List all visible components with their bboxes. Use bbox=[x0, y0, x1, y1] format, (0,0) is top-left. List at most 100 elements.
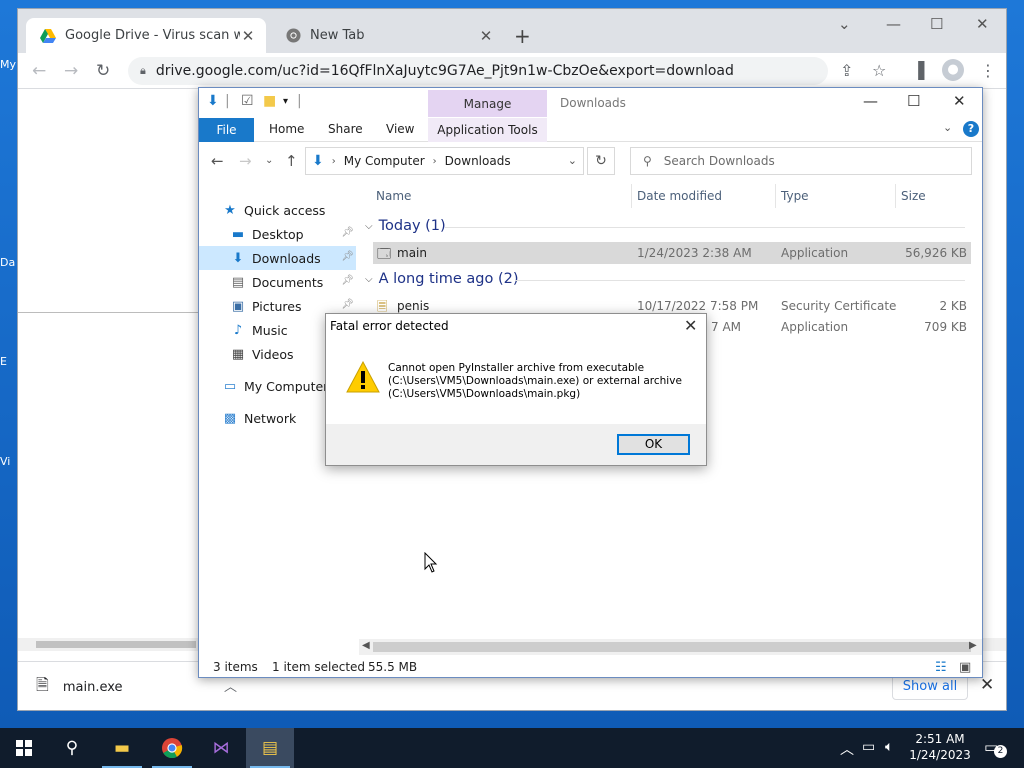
scroll-right-icon[interactable]: ▶ bbox=[969, 640, 977, 651]
tab-home[interactable]: Home bbox=[269, 122, 304, 136]
column-header-date[interactable]: Date modified bbox=[637, 189, 722, 203]
dialog-message-line: Cannot open PyInstaller archive from exe… bbox=[388, 362, 645, 374]
close-icon[interactable]: ✕ bbox=[240, 27, 256, 45]
help-icon[interactable]: ? bbox=[963, 121, 979, 137]
tab-search-icon[interactable]: ⌄ bbox=[838, 15, 851, 33]
chevron-down-icon: ⌵ bbox=[365, 273, 373, 285]
address-bar[interactable]: ⬇ › My Computer › Downloads ⌄ bbox=[305, 147, 584, 175]
tab-manage[interactable]: Manage bbox=[428, 90, 547, 117]
notification-center-icon[interactable]: ▭ 2 bbox=[984, 738, 1007, 758]
nav-item-downloads[interactable]: ⬇ Downloads 📌︎ bbox=[199, 246, 356, 270]
column-separator[interactable] bbox=[895, 184, 896, 208]
pin-icon[interactable]: 📌︎ bbox=[341, 299, 354, 310]
up-icon[interactable]: ↑ bbox=[285, 152, 298, 170]
ok-button[interactable]: OK bbox=[617, 434, 690, 455]
details-view-icon[interactable]: ☷ bbox=[935, 660, 947, 675]
file-list-horizontal-scrollbar[interactable]: ◀ ▶ bbox=[359, 639, 982, 655]
chrome-icon[interactable] bbox=[148, 728, 196, 768]
address-bar[interactable]: 🔒︎ drive.google.com/uc?id=16QfFlnXaJuytc… bbox=[128, 57, 828, 85]
nav-label: Quick access bbox=[244, 202, 326, 218]
volume-icon[interactable]: 🔈︎ bbox=[885, 739, 893, 755]
desktop-icon-label[interactable]: Da bbox=[0, 256, 18, 269]
file-name: penis bbox=[397, 299, 430, 313]
breadcrumb-item[interactable]: My Computer bbox=[344, 154, 425, 168]
documents-icon: ▤ bbox=[231, 274, 245, 290]
scrollbar-thumb[interactable] bbox=[373, 642, 971, 652]
nav-item-documents[interactable]: ▤ Documents 📌︎ bbox=[199, 270, 356, 294]
nav-item-desktop[interactable]: ▬ Desktop 📌︎ bbox=[199, 222, 356, 246]
file-row[interactable]: 🗔︎ main 1/24/2023 2:38 AM Application 56… bbox=[373, 242, 971, 264]
chevron-down-icon[interactable]: ⌄ bbox=[943, 121, 952, 134]
videos-icon: ▦ bbox=[231, 346, 245, 362]
close-icon[interactable]: ✕ bbox=[684, 316, 697, 335]
menu-icon[interactable]: ⋮ bbox=[980, 61, 996, 80]
tab-view[interactable]: View bbox=[386, 122, 414, 136]
column-separator[interactable] bbox=[631, 184, 632, 208]
windows-start-icon[interactable] bbox=[0, 728, 48, 768]
window-title: Downloads bbox=[560, 96, 626, 110]
close-icon[interactable]: ✕ bbox=[953, 92, 966, 110]
large-icons-view-icon[interactable]: ▣ bbox=[959, 660, 971, 675]
back-icon[interactable]: ← bbox=[32, 61, 46, 81]
pin-icon[interactable]: 📌︎ bbox=[341, 251, 354, 262]
reload-icon[interactable]: ↻ bbox=[96, 61, 110, 81]
tab-label: Google Drive - Virus scan warnin bbox=[65, 28, 240, 43]
clock[interactable]: 2:51 AM 1/24/2023 bbox=[908, 731, 972, 763]
desktop-icon-label[interactable]: My bbox=[0, 58, 18, 71]
file-explorer-active-icon[interactable]: ▤ bbox=[246, 728, 294, 768]
search-box[interactable]: ⚲ Search Downloads bbox=[630, 147, 972, 175]
network-status-icon[interactable]: ▭ bbox=[862, 739, 875, 755]
column-header-size[interactable]: Size bbox=[901, 189, 926, 203]
maximize-icon[interactable]: ☐ bbox=[907, 92, 920, 110]
profile-avatar[interactable]: ● bbox=[942, 59, 964, 81]
close-icon[interactable]: ✕ bbox=[478, 27, 494, 45]
recent-locations-icon[interactable]: ⌄ bbox=[265, 155, 273, 166]
refresh-button[interactable]: ↻ bbox=[587, 147, 615, 175]
pin-icon[interactable]: 📌︎ bbox=[341, 227, 354, 238]
close-icon[interactable]: ✕ bbox=[976, 15, 989, 33]
forward-icon[interactable]: → bbox=[239, 152, 252, 170]
download-arrow-icon[interactable]: ⬇ bbox=[207, 93, 219, 109]
computer-icon: ▭ bbox=[223, 378, 237, 394]
visual-studio-icon[interactable]: ⋈ bbox=[197, 728, 245, 768]
file-explorer-icon[interactable]: ▬ bbox=[98, 728, 146, 768]
desktop-icon-label[interactable]: Vi bbox=[0, 455, 18, 468]
close-icon[interactable]: ✕ bbox=[980, 675, 994, 695]
forward-icon[interactable]: → bbox=[64, 61, 78, 81]
network-icon: ▩ bbox=[223, 410, 237, 426]
desktop-icon-label[interactable]: E bbox=[0, 355, 18, 368]
chevron-up-icon[interactable]: ︿ bbox=[224, 676, 237, 695]
tab-google-drive[interactable]: Google Drive - Virus scan warnin ✕ bbox=[26, 18, 266, 53]
tab-application-tools[interactable]: Application Tools bbox=[428, 118, 547, 142]
tab-new-tab[interactable]: New Tab ✕ bbox=[272, 18, 504, 53]
column-header-name[interactable]: Name bbox=[376, 189, 411, 203]
new-tab-button[interactable]: + bbox=[514, 24, 531, 48]
scrollbar-thumb[interactable] bbox=[36, 641, 196, 648]
minimize-icon[interactable]: — bbox=[886, 15, 901, 33]
column-separator[interactable] bbox=[775, 184, 776, 208]
chevron-down-icon[interactable]: ⌄ bbox=[568, 154, 577, 167]
search-icon[interactable]: ⚲ bbox=[48, 728, 96, 768]
tab-share[interactable]: Share bbox=[328, 122, 363, 136]
file-type: Application bbox=[781, 246, 849, 260]
pin-icon[interactable]: 📌︎ bbox=[341, 275, 354, 286]
chevron-up-icon[interactable]: ︿ bbox=[840, 739, 854, 759]
nav-item-quick-access[interactable]: ★ Quick access bbox=[199, 198, 356, 222]
scroll-left-icon[interactable]: ◀ bbox=[362, 640, 370, 651]
side-panel-icon[interactable]: ▐ bbox=[912, 61, 924, 80]
group-header[interactable]: ⌵ A long time ago (2) bbox=[365, 271, 965, 287]
back-icon[interactable]: ← bbox=[211, 152, 224, 170]
group-header[interactable]: ⌵ Today (1) bbox=[365, 218, 965, 234]
download-item[interactable]: 🗎︎ main.exe bbox=[36, 674, 123, 701]
properties-icon[interactable]: ☑ bbox=[241, 93, 254, 109]
tab-file[interactable]: File bbox=[199, 118, 254, 142]
bookmark-star-icon[interactable]: ☆ bbox=[872, 61, 886, 80]
search-icon: ⚲ bbox=[643, 154, 652, 168]
maximize-icon[interactable]: ☐ bbox=[930, 15, 943, 33]
new-folder-icon[interactable]: ■ bbox=[263, 93, 276, 109]
share-icon[interactable]: ⇪ bbox=[840, 61, 853, 80]
minimize-icon[interactable]: — bbox=[863, 92, 878, 110]
breadcrumb-item[interactable]: Downloads bbox=[445, 154, 511, 168]
customize-dropdown-icon[interactable]: ▾ bbox=[283, 96, 288, 107]
column-header-type[interactable]: Type bbox=[781, 189, 809, 203]
